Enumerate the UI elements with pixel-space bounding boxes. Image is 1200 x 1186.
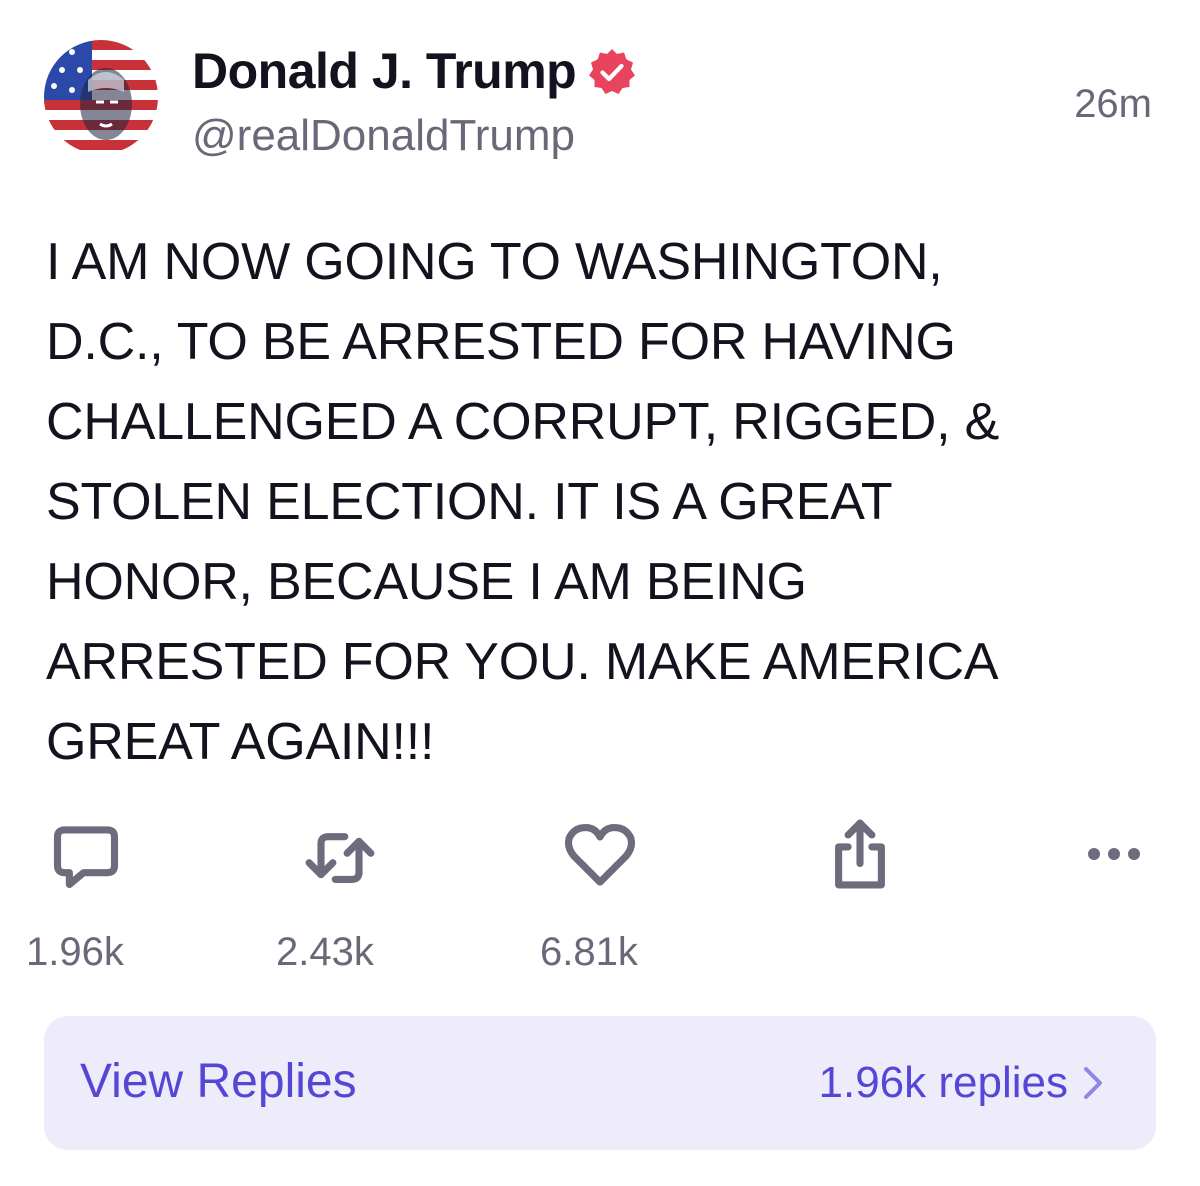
view-replies-bar[interactable]: View Replies 1.96k replies <box>44 1016 1156 1150</box>
retruth-button[interactable] <box>302 820 378 896</box>
like-count: 6.81k <box>540 930 638 974</box>
reply-count: 1.96k <box>26 930 124 974</box>
verified-badge-icon <box>589 48 636 94</box>
retruth-count: 2.43k <box>276 930 374 974</box>
heart-icon <box>564 823 636 886</box>
chevron-right-icon <box>1084 1067 1102 1099</box>
replies-count-text: 1.96k replies <box>818 1058 1068 1107</box>
author-handle[interactable]: @realDonaldTrump <box>192 111 575 160</box>
avatar-flag-portrait-icon <box>44 40 158 154</box>
view-replies-label[interactable]: View Replies <box>80 1054 357 1109</box>
share-button[interactable] <box>822 816 898 892</box>
post-timestamp: 26m <box>1074 82 1152 126</box>
post-text: I AM NOW GOING TO WASHINGTON, D.C., TO B… <box>46 233 1000 771</box>
like-button[interactable] <box>562 818 638 894</box>
reply-button[interactable] <box>48 818 124 894</box>
author-name[interactable]: Donald J. Trump <box>192 44 577 99</box>
share-icon <box>835 819 885 889</box>
reply-icon <box>53 826 119 889</box>
more-icon <box>1088 848 1140 860</box>
replies-count[interactable]: 1.96k replies <box>819 1058 1104 1108</box>
author-name-row: Donald J. Trump <box>192 44 638 99</box>
more-button[interactable] <box>1084 836 1148 872</box>
avatar[interactable] <box>44 40 158 154</box>
retruth-icon <box>305 833 375 883</box>
